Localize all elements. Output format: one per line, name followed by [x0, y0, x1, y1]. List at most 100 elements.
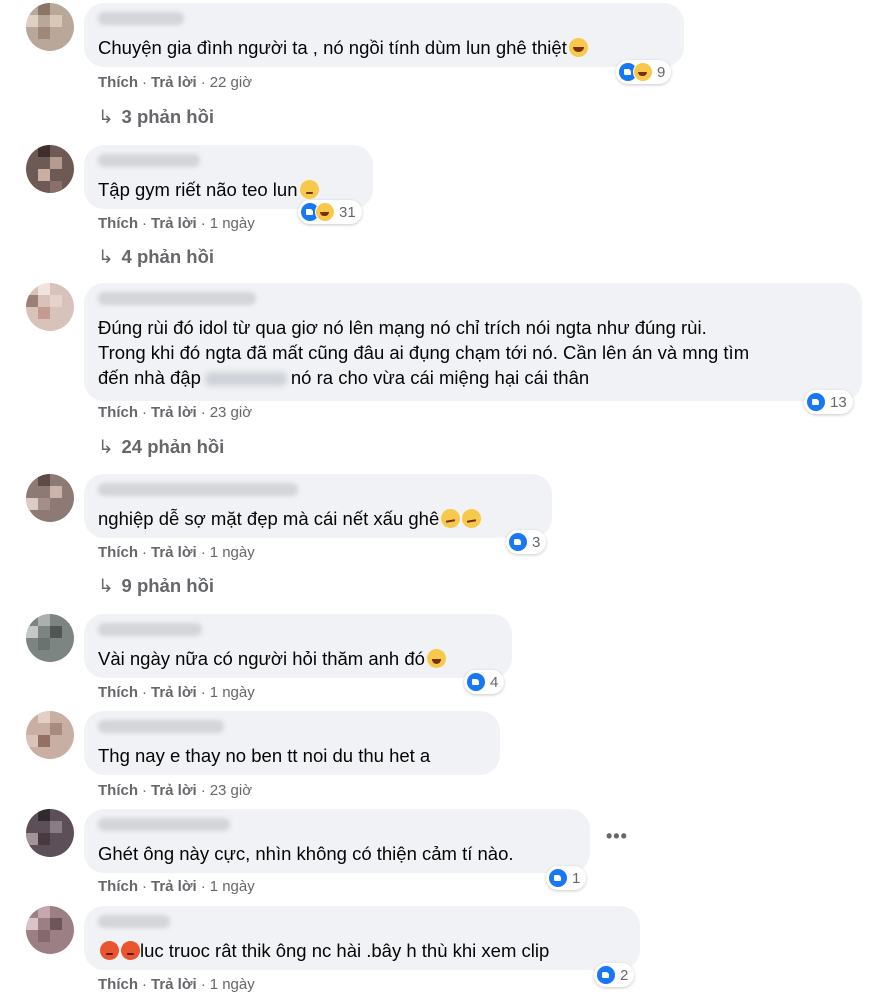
timestamp-link[interactable]: 22 giờ: [210, 74, 252, 91]
pleading-emoji-icon: [299, 180, 319, 199]
like-link[interactable]: Thích: [98, 878, 138, 895]
comment-actions: Thích · Trả lời · 1 ngày: [98, 976, 255, 993]
reaction-count: 9: [657, 63, 666, 81]
reaction-summary[interactable]: 3: [506, 530, 547, 554]
laughing-emoji-icon: [426, 649, 446, 668]
timestamp-link[interactable]: 1 ngày: [210, 684, 255, 701]
comment-text: Tập gym riết não teo lun: [98, 178, 319, 202]
comment-actions: Thích · Trả lời · 23 giờ: [98, 404, 253, 421]
reply-link[interactable]: Trả lời: [151, 878, 197, 895]
angry-emoji-icon: [100, 941, 119, 960]
avatar[interactable]: [26, 474, 74, 522]
avatar[interactable]: [26, 614, 74, 662]
avatar[interactable]: [26, 906, 74, 954]
comment-text: Thg nay e thay no ben tt noi du thu het …: [98, 745, 431, 766]
tears-of-joy-emoji-icon: [568, 38, 588, 57]
timestamp-link[interactable]: 1 ngày: [210, 544, 255, 561]
reaction-count: 2: [620, 966, 629, 984]
reply-arrow-icon: ↳: [98, 106, 114, 127]
reply-link[interactable]: Trả lời: [151, 782, 197, 799]
timestamp-link[interactable]: 23 giờ: [210, 782, 252, 799]
commenter-name-redacted[interactable]: [98, 483, 298, 496]
comment-bubble: Chuyện gia đình người ta , nó ngồi tính …: [84, 3, 684, 67]
view-replies-button[interactable]: ↳ 4 phản hồi: [98, 246, 214, 268]
like-link[interactable]: Thích: [98, 976, 138, 993]
comment-bubble: Ghét ông này cực, nhìn không có thiện cả…: [84, 809, 590, 873]
reaction-count: 13: [830, 393, 847, 411]
avatar[interactable]: [26, 145, 74, 193]
comment-actions: Thích · Trả lời · 1 ngày: [98, 544, 255, 561]
reaction-count: 31: [339, 203, 356, 221]
reply-link[interactable]: Trả lời: [151, 404, 197, 421]
like-link[interactable]: Thích: [98, 684, 138, 701]
angry-emoji-icon: [121, 941, 140, 960]
reply-link[interactable]: Trả lời: [151, 544, 197, 561]
comment-text-line: Trong khi đó ngta đã mất cũng đâu ai đụn…: [98, 342, 750, 363]
smirk-emoji-icon: [462, 509, 482, 528]
comment-actions: Thích · Trả lời · 1 ngày: [98, 684, 255, 701]
view-replies-button[interactable]: ↳ 3 phản hồi: [98, 106, 214, 128]
comment-bubble: Đúng rùi đó idol từ qua giơ nó lên mạng …: [84, 283, 862, 401]
reply-arrow-icon: ↳: [98, 575, 114, 596]
commenter-name-redacted[interactable]: [98, 154, 200, 167]
like-reaction-icon: [508, 532, 528, 552]
avatar[interactable]: [26, 283, 74, 331]
like-link[interactable]: Thích: [98, 74, 138, 91]
reply-link[interactable]: Trả lời: [151, 684, 197, 701]
reaction-summary[interactable]: 31: [298, 200, 362, 224]
reaction-summary[interactable]: 13: [804, 390, 853, 414]
avatar[interactable]: [26, 711, 74, 759]
redacted-text: [204, 372, 287, 387]
like-link[interactable]: Thích: [98, 404, 138, 421]
avatar[interactable]: [26, 809, 74, 857]
commenter-name-redacted[interactable]: [98, 720, 224, 733]
comment-actions: Thích · Trả lời · 22 giờ: [98, 74, 253, 91]
like-link[interactable]: Thích: [98, 215, 138, 232]
reply-arrow-icon: ↳: [98, 246, 114, 267]
commenter-name-redacted[interactable]: [98, 12, 184, 25]
reaction-summary[interactable]: 2: [594, 963, 635, 987]
comment-text: Ghét ông này cực, nhìn không có thiện cả…: [98, 843, 514, 864]
comment-text-line: đến nhà đập nó ra cho vừa cái miệng hại c…: [98, 367, 590, 388]
avatar[interactable]: [26, 3, 74, 51]
haha-reaction-icon: [633, 62, 653, 82]
more-options-icon[interactable]: •••: [606, 826, 628, 847]
reply-link[interactable]: Trả lời: [151, 215, 197, 232]
timestamp-link[interactable]: 1 ngày: [210, 976, 255, 993]
like-reaction-icon: [806, 392, 826, 412]
view-replies-button[interactable]: ↳ 9 phản hồi: [98, 575, 214, 597]
like-link[interactable]: Thích: [98, 782, 138, 799]
smirk-emoji-icon: [441, 509, 461, 528]
like-reaction-icon: [466, 672, 486, 692]
reaction-summary[interactable]: 9: [616, 60, 672, 84]
comment-actions: Thích · Trả lời · 1 ngày: [98, 215, 255, 232]
comment-text: Chuyện gia đình người ta , nó ngồi tính …: [98, 36, 588, 60]
view-replies-button[interactable]: ↳ 24 phản hồi: [98, 436, 224, 458]
like-reaction-icon: [596, 965, 616, 985]
timestamp-link[interactable]: 23 giờ: [210, 404, 252, 421]
comment-bubble: luc truoc rât thik ông nc hài .bây h thù…: [84, 906, 640, 970]
reaction-summary[interactable]: 1: [546, 866, 587, 890]
comment-text-line: Đúng rùi đó idol từ qua giơ nó lên mạng …: [98, 317, 707, 338]
timestamp-link[interactable]: 1 ngày: [210, 878, 255, 895]
comment-text: luc truoc rât thik ông nc hài .bây h thù…: [98, 939, 549, 963]
timestamp-link[interactable]: 1 ngày: [210, 215, 255, 232]
reply-link[interactable]: Trả lời: [151, 976, 197, 993]
reaction-count: 1: [572, 869, 581, 887]
comment-bubble: Vài ngày nữa có người hỏi thăm anh đó: [84, 614, 512, 678]
like-link[interactable]: Thích: [98, 544, 138, 561]
commenter-name-redacted[interactable]: [98, 292, 256, 305]
comment-text: nghiệp dễ sợ mặt đẹp mà cái nết xấu ghê: [98, 507, 482, 531]
reply-link[interactable]: Trả lời: [151, 74, 197, 91]
reaction-summary[interactable]: 4: [464, 670, 505, 694]
haha-reaction-icon: [315, 202, 335, 222]
commenter-name-redacted[interactable]: [98, 623, 202, 636]
reaction-count: 3: [532, 533, 541, 551]
reaction-count: 4: [490, 673, 499, 691]
commenter-name-redacted[interactable]: [98, 818, 230, 831]
commenter-name-redacted[interactable]: [98, 915, 170, 928]
reply-arrow-icon: ↳: [98, 436, 114, 457]
comment-bubble: Thg nay e thay no ben tt noi du thu het …: [84, 711, 500, 775]
comment-actions: Thích · Trả lời · 1 ngày: [98, 878, 255, 895]
comment-text: Vài ngày nữa có người hỏi thăm anh đó: [98, 647, 446, 671]
